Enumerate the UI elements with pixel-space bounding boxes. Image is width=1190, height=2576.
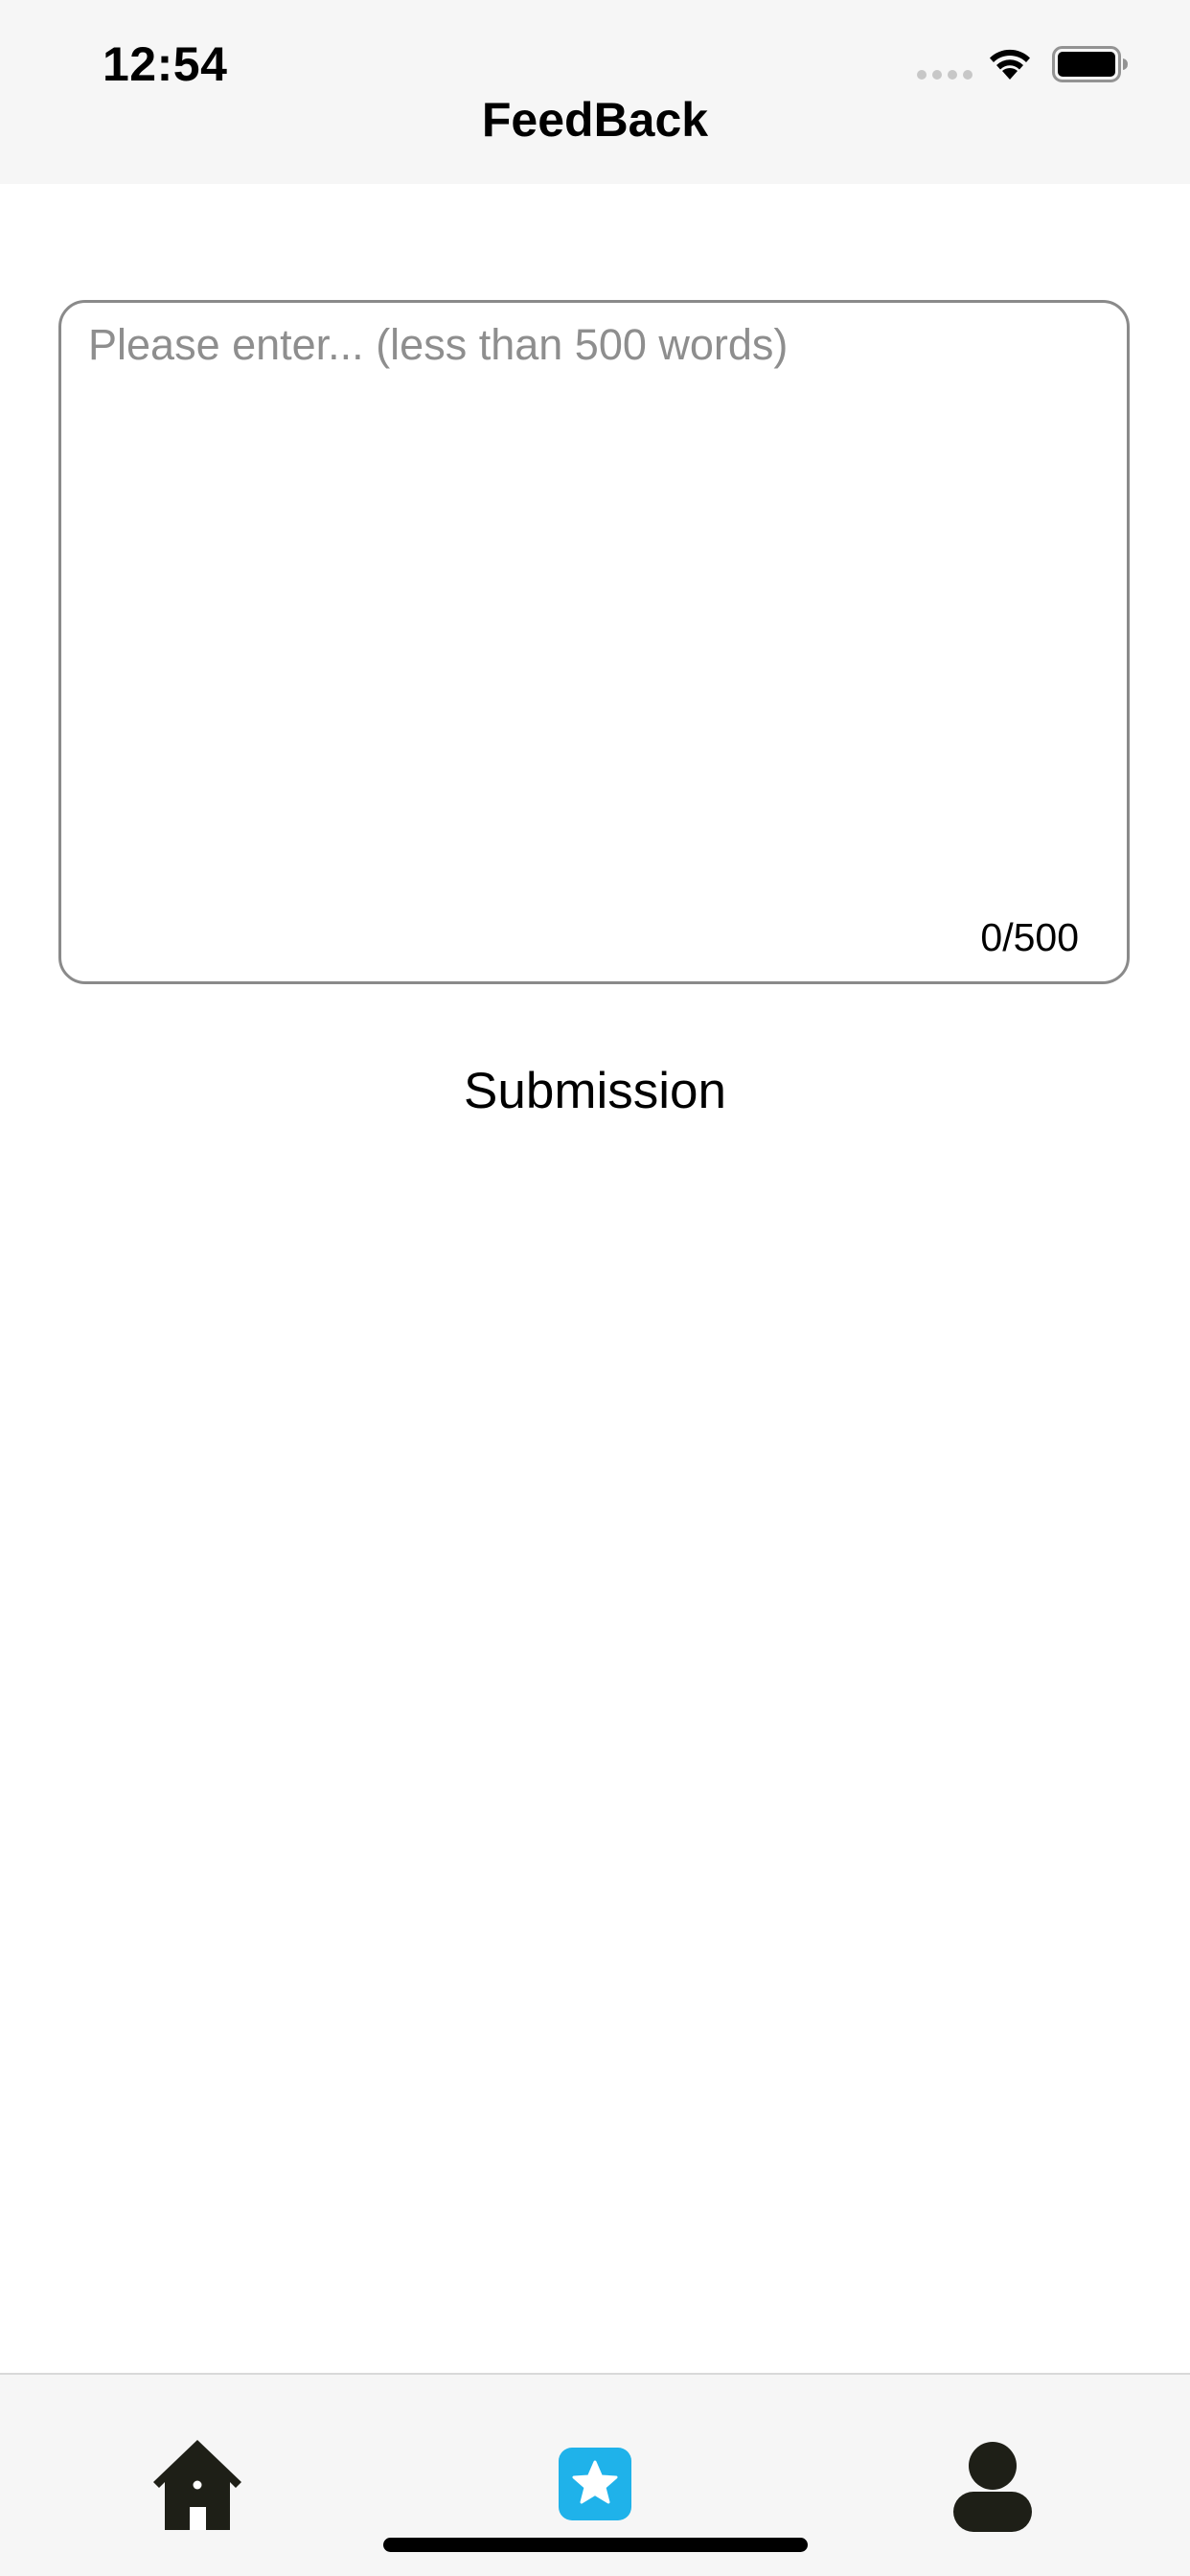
tab-home[interactable] (140, 2432, 255, 2538)
star-icon (559, 2448, 631, 2520)
submit-button[interactable]: Submission (403, 1052, 787, 1131)
battery-icon (1052, 46, 1129, 82)
page-title: FeedBack (481, 93, 709, 147)
feedback-screen: 12:54 FeedBack 0/500 (0, 0, 1190, 2576)
home-icon (153, 2440, 241, 2530)
person-icon (953, 2442, 1032, 2532)
character-counter: 0/500 (980, 915, 1079, 959)
feedback-input[interactable] (88, 316, 1094, 853)
top-bar: 12:54 FeedBack (0, 0, 1190, 184)
wifi-icon (985, 45, 1035, 81)
tab-favorites[interactable] (538, 2432, 652, 2538)
feedback-box: 0/500 (58, 300, 1130, 984)
home-indicator[interactable] (383, 2538, 808, 2552)
status-time: 12:54 (103, 37, 228, 91)
cellular-signal-dots-icon (917, 70, 973, 80)
tab-profile[interactable] (935, 2432, 1050, 2538)
